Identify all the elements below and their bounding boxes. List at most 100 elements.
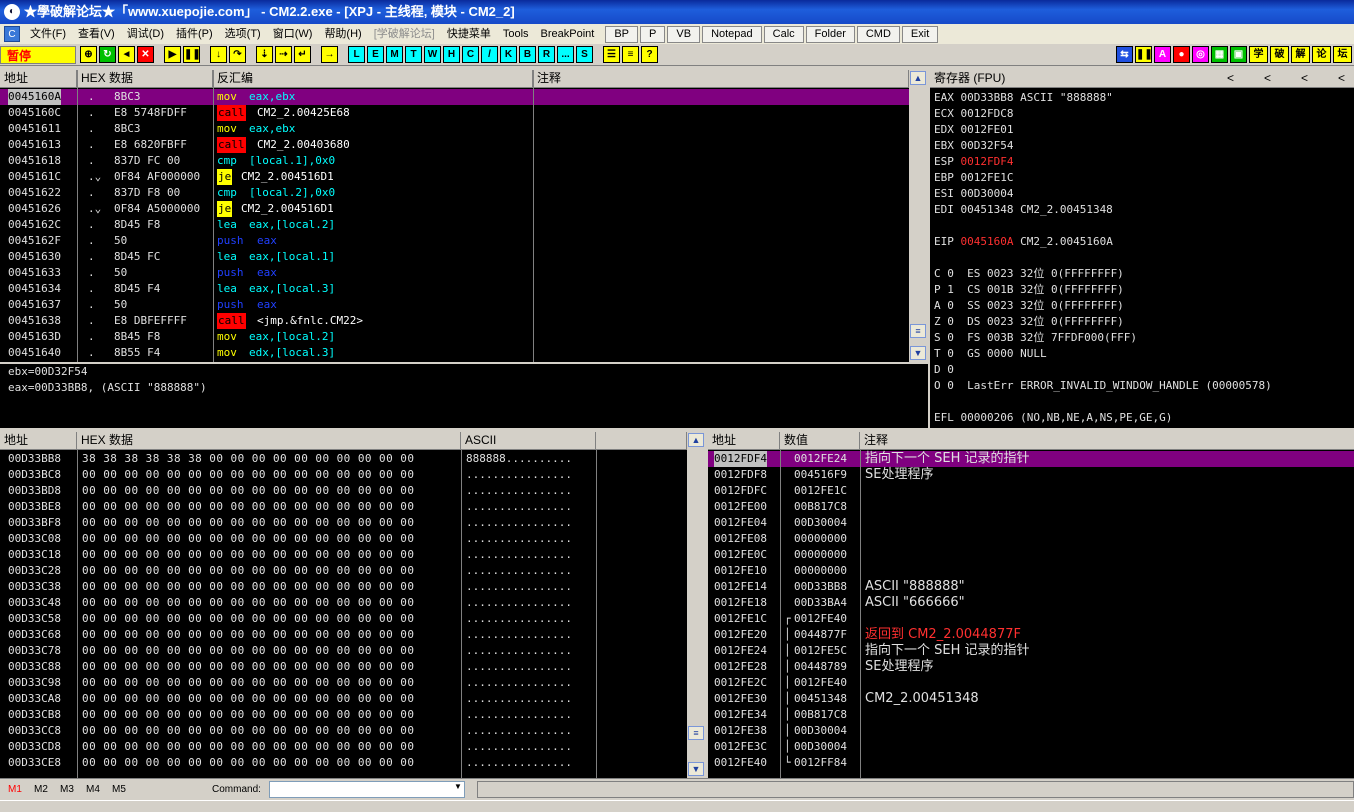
dump-row[interactable]: 00D33CE8 00 00 00 00 00 00 00 00 00 00 00…	[0, 755, 687, 771]
window-button[interactable]: W	[424, 46, 441, 63]
dump-scrollbar[interactable]: ▲ ≡ ▼	[687, 432, 706, 778]
quick-button[interactable]: Notepad	[702, 25, 762, 43]
trace-into-icon[interactable]: ⇣	[256, 46, 273, 63]
disasm-row[interactable]: 0045161C .⌄ 0F84 AF000000 je CM2_2.004516D1	[0, 169, 909, 185]
register-line[interactable]: ESP 0012FDF4	[934, 154, 1013, 170]
forum-button[interactable]: 破	[1270, 46, 1289, 63]
window-button[interactable]: T	[405, 46, 422, 63]
forum-button[interactable]: 坛	[1333, 46, 1352, 63]
window-button[interactable]: C	[462, 46, 479, 63]
quick-button[interactable]: Folder	[805, 25, 855, 43]
register-line[interactable]: A 0 SS 0023 32位 0(FFFFFFFF)	[934, 298, 1124, 314]
dump-row[interactable]: 00D33CC8 00 00 00 00 00 00 00 00 00 00 00…	[0, 723, 687, 739]
register-line[interactable]: ECX 0012FDC8	[934, 106, 1013, 122]
window-button[interactable]: H	[443, 46, 460, 63]
memory-tab[interactable]: M4	[80, 784, 106, 795]
stack-pane[interactable]: 地址 数值 注释 0012FDF4 0012FE24 指向下一个 SEH 记录的指针…	[706, 430, 1354, 778]
quick-button[interactable]: P	[640, 25, 666, 43]
disasm-row[interactable]: 0045163D. 8B45 F8 mov eax,[local.2]	[0, 329, 909, 345]
register-line[interactable]: C 0 ES 0023 32位 0(FFFFFFFF)	[934, 266, 1124, 282]
stack-row[interactable]: 0012FE2C │ 0012FE40	[708, 675, 1354, 691]
dump-row[interactable]: 00D33BB8 38 38 38 38 38 38 00 00 00 00 00…	[0, 451, 687, 467]
dump-row[interactable]: 00D33C78 00 00 00 00 00 00 00 00 00 00 00…	[0, 643, 687, 659]
dump-row[interactable]: 00D33BD8 00 00 00 00 00 00 00 00 00 00 00…	[0, 483, 687, 499]
disasm-header-disassembly[interactable]: 反汇编	[213, 70, 533, 88]
window-button[interactable]: M	[386, 46, 403, 63]
stack-row[interactable]: 0012FDFC 0012FE1C	[708, 483, 1354, 499]
quick-button[interactable]: Calc	[763, 25, 804, 43]
register-line[interactable]: EAX 00D33BB8 ASCII "888888"	[934, 90, 1113, 106]
register-nav-arrow[interactable]: <	[1301, 71, 1308, 85]
scroll-thumb[interactable]: ≡	[688, 726, 704, 740]
stack-row[interactable]: 0012FE3C │ 00D30004	[708, 739, 1354, 755]
disasm-header-hex[interactable]: HEX 数据	[77, 70, 213, 88]
dump-header-address[interactable]: 地址	[0, 432, 77, 450]
window-button[interactable]: B	[519, 46, 536, 63]
dump-row[interactable]: 00D33C88 00 00 00 00 00 00 00 00 00 00 00…	[0, 659, 687, 675]
stack-row[interactable]: 0012FE18 00D33BA4 ASCII "666666"	[708, 595, 1354, 611]
dump-row[interactable]: 00D33C38 00 00 00 00 00 00 00 00 00 00 00…	[0, 579, 687, 595]
register-line[interactable]: EBX 00D32F54	[934, 138, 1013, 154]
menu-item[interactable]: 文件(F)	[24, 25, 72, 43]
window-button[interactable]: /	[481, 46, 498, 63]
stack-row[interactable]: 0012FE30 │ 00451348 CM2_2.00451348	[708, 691, 1354, 707]
dropdown-arrow-icon[interactable]: ▼	[454, 782, 462, 791]
disasm-row[interactable]: 00451618. 837D FC 00 cmp [local.1],0x0	[0, 153, 909, 169]
disasm-row[interactable]: 00451640. 8B55 F4 mov edx,[local.3]	[0, 345, 909, 361]
close-process-icon[interactable]: ✕	[137, 46, 154, 63]
register-line[interactable]: EFL 00000206 (NO,NB,NE,A,NS,PE,GE,G)	[934, 410, 1172, 426]
register-nav-arrow[interactable]: <	[1227, 71, 1234, 85]
stack-row[interactable]: 0012FE0C 00000000	[708, 547, 1354, 563]
menu-item[interactable]: 窗口(W)	[267, 25, 319, 43]
disasm-row[interactable]: 00451613. E8 6820FBFF call CM2_2.00403680	[0, 137, 909, 153]
window-button[interactable]: K	[500, 46, 517, 63]
dump-row[interactable]: 00D33C28 00 00 00 00 00 00 00 00 00 00 00…	[0, 563, 687, 579]
register-line[interactable]: P 1 CS 001B 32位 0(FFFFFFFF)	[934, 282, 1124, 298]
dump-row[interactable]: 00D33CD8 00 00 00 00 00 00 00 00 00 00 00…	[0, 739, 687, 755]
window-button[interactable]: L	[348, 46, 365, 63]
scroll-down-icon[interactable]: ▼	[688, 762, 704, 776]
stack-row[interactable]: 0012FE20 │ 0044877F 返回到 CM2_2.0044877F	[708, 627, 1354, 643]
menu-item[interactable]: 查看(V)	[72, 25, 121, 43]
register-nav-arrow[interactable]: <	[1264, 71, 1271, 85]
menu-item[interactable]: [学破解论坛]	[368, 25, 441, 43]
register-line[interactable]: D 0	[934, 362, 954, 378]
disasm-row[interactable]: 00451637. 50 push eax	[0, 297, 909, 313]
forum-button[interactable]: 解	[1291, 46, 1310, 63]
memory-tab[interactable]: M1	[2, 784, 28, 795]
dump-row[interactable]: 00D33CB8 00 00 00 00 00 00 00 00 00 00 00…	[0, 707, 687, 723]
stack-row[interactable]: 0012FE24 │ 0012FE5C 指向下一个 SEH 记录的指针	[708, 643, 1354, 659]
menu-item[interactable]: Tools	[497, 25, 535, 43]
disasm-scrollbar[interactable]: ▲ ≡ ▼	[909, 70, 928, 362]
step-over-icon[interactable]: ↷	[229, 46, 246, 63]
memory-tab[interactable]: M3	[54, 784, 80, 795]
stack-row[interactable]: 0012FE28 │ 00448789 SE处理程序	[708, 659, 1354, 675]
stack-header-comment[interactable]: 注释	[860, 432, 1354, 450]
register-line[interactable]: T 0 GS 0000 NULL	[934, 346, 1047, 362]
menu-item[interactable]: 帮助(H)	[318, 25, 367, 43]
register-line[interactable]: ESI 00D30004	[934, 186, 1013, 202]
forum-button[interactable]: 学	[1249, 46, 1268, 63]
menu-item[interactable]: 调试(D)	[121, 25, 170, 43]
dump-row[interactable]: 00D33BF8 00 00 00 00 00 00 00 00 00 00 00…	[0, 515, 687, 531]
plugin-record-icon[interactable]: ●	[1173, 46, 1190, 63]
dump-row[interactable]: 00D33C58 00 00 00 00 00 00 00 00 00 00 00…	[0, 611, 687, 627]
disasm-row[interactable]: 0045162C. 8D45 F8 lea eax,[local.2]	[0, 217, 909, 233]
menu-item[interactable]: BreakPoint	[535, 25, 601, 43]
open-icon[interactable]: ⊕	[80, 46, 97, 63]
register-line[interactable]: O 0 LastErr ERROR_INVALID_WINDOW_HANDLE …	[934, 378, 1272, 394]
options-icon[interactable]: ☰	[603, 46, 620, 63]
window-button[interactable]: R	[538, 46, 555, 63]
dump-row[interactable]: 00D33BC8 00 00 00 00 00 00 00 00 00 00 00…	[0, 467, 687, 483]
restart-icon[interactable]: ↻	[99, 46, 116, 63]
stack-row[interactable]: 0012FE38 │ 00D30004	[708, 723, 1354, 739]
stack-row[interactable]: 0012FDF4 0012FE24 指向下一个 SEH 记录的指针	[708, 451, 1354, 467]
dump-row[interactable]: 00D33CA8 00 00 00 00 00 00 00 00 00 00 00…	[0, 691, 687, 707]
window-button[interactable]: E	[367, 46, 384, 63]
register-line[interactable]: EBP 0012FE1C	[934, 170, 1013, 186]
plugin-grid-icon[interactable]: ▦	[1211, 46, 1228, 63]
menu-item[interactable]: 选项(T)	[219, 25, 267, 43]
disasm-row[interactable]: 00451634. 8D45 F4 lea eax,[local.3]	[0, 281, 909, 297]
stack-header-value[interactable]: 数值	[780, 432, 860, 450]
window-button[interactable]: S	[576, 46, 593, 63]
